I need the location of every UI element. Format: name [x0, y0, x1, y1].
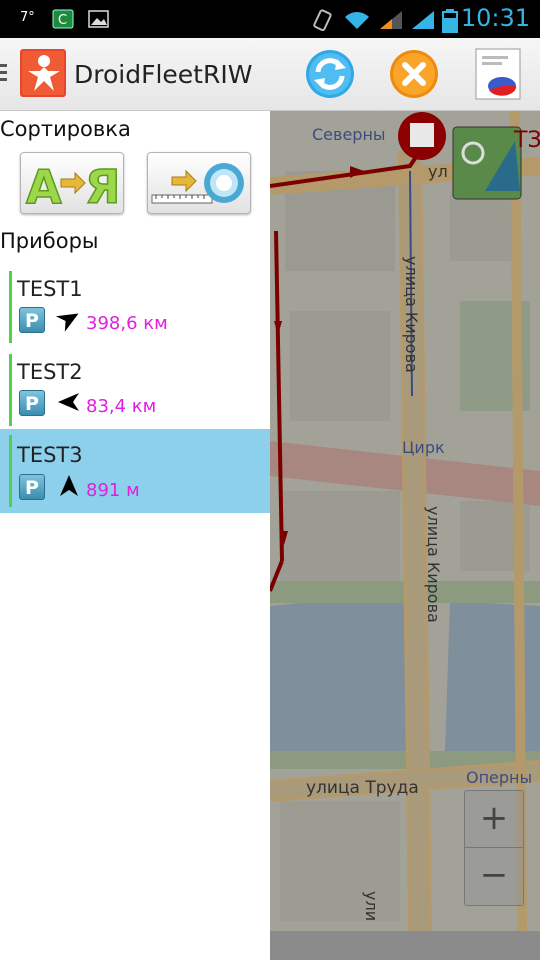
- sort-label: Сортировка: [0, 117, 131, 141]
- svg-text:А: А: [26, 160, 62, 213]
- app-logo-icon[interactable]: [20, 49, 66, 97]
- map-label-top-right: ул: [428, 162, 448, 181]
- close-button[interactable]: [388, 48, 440, 100]
- sort-distance-icon: [151, 163, 244, 204]
- map-label-north: Северны: [312, 125, 386, 144]
- map-label-opera: Оперны: [466, 768, 532, 787]
- temperature-text: 7°: [20, 10, 35, 25]
- status-bar: 7° C 10:31: [0, 0, 540, 38]
- app-title: DroidFleetRIW: [74, 60, 253, 89]
- device-name: TEST1: [17, 277, 83, 301]
- sort-alpha-icon: А Я: [25, 159, 121, 215]
- wifi-icon: [342, 9, 372, 35]
- report-button[interactable]: [472, 48, 524, 100]
- refresh-button[interactable]: [304, 48, 356, 100]
- parking-icon: P: [19, 474, 45, 500]
- device-distance: 891 м: [86, 480, 140, 501]
- gallery-icon: [88, 9, 110, 33]
- heading-arrow-icon: [60, 475, 78, 496]
- svg-text:Я: Я: [85, 160, 120, 213]
- device-status-bar: [9, 271, 12, 343]
- device-name: TEST3: [17, 443, 83, 467]
- sort-alpha-button[interactable]: А Я: [20, 152, 124, 215]
- clock: 10:31: [460, 4, 530, 32]
- battery-icon: [442, 9, 458, 37]
- zoom-out-button[interactable]: −: [465, 847, 523, 904]
- map-bottom-bar: [270, 931, 540, 960]
- zoom-in-button[interactable]: +: [465, 791, 523, 847]
- sort-distance-button[interactable]: [147, 152, 251, 214]
- device-item-test2[interactable]: TEST2 P 83,4 км: [0, 350, 270, 430]
- signal-icon: [378, 9, 404, 35]
- heading-arrow-icon: [58, 393, 79, 411]
- map-label-marker: ТЗ: [513, 128, 540, 153]
- map-label-circus: Цирк: [402, 438, 445, 457]
- map-label-kirova-1: улица Кирова: [402, 256, 421, 373]
- map-label-bottom: ули: [362, 891, 381, 921]
- parking-icon: P: [19, 390, 45, 416]
- vibrate-icon: [310, 9, 334, 35]
- action-bar: DroidFleetRIW: [0, 38, 540, 111]
- device-item-test3[interactable]: TEST3 P 891 м: [0, 429, 270, 513]
- cpu-app-icon: C: [52, 9, 74, 33]
- close-icon: [390, 50, 438, 98]
- refresh-icon: [306, 50, 354, 98]
- map-label-truda: улица Труда: [306, 778, 419, 798]
- heading-arrow-icon: [55, 313, 79, 332]
- signal-icon: [410, 9, 436, 35]
- device-distance: 83,4 км: [86, 396, 157, 417]
- zoom-controls: + −: [464, 790, 524, 906]
- device-name: TEST2: [17, 360, 83, 384]
- svg-text:C: C: [58, 13, 67, 28]
- device-status-bar: [9, 435, 12, 507]
- menu-grip-icon[interactable]: [0, 64, 8, 85]
- report-icon: [475, 48, 521, 100]
- devices-label: Приборы: [0, 229, 99, 253]
- device-panel: Сортировка А Я Приборы TEST1 P 398,6 км …: [0, 111, 270, 960]
- device-item-test1[interactable]: TEST1 P 398,6 км: [0, 267, 270, 347]
- device-distance: 398,6 км: [86, 313, 168, 334]
- map-label-kirova-2: улица Кирова: [424, 506, 443, 623]
- device-status-bar: [9, 354, 12, 426]
- parking-icon: P: [19, 307, 45, 333]
